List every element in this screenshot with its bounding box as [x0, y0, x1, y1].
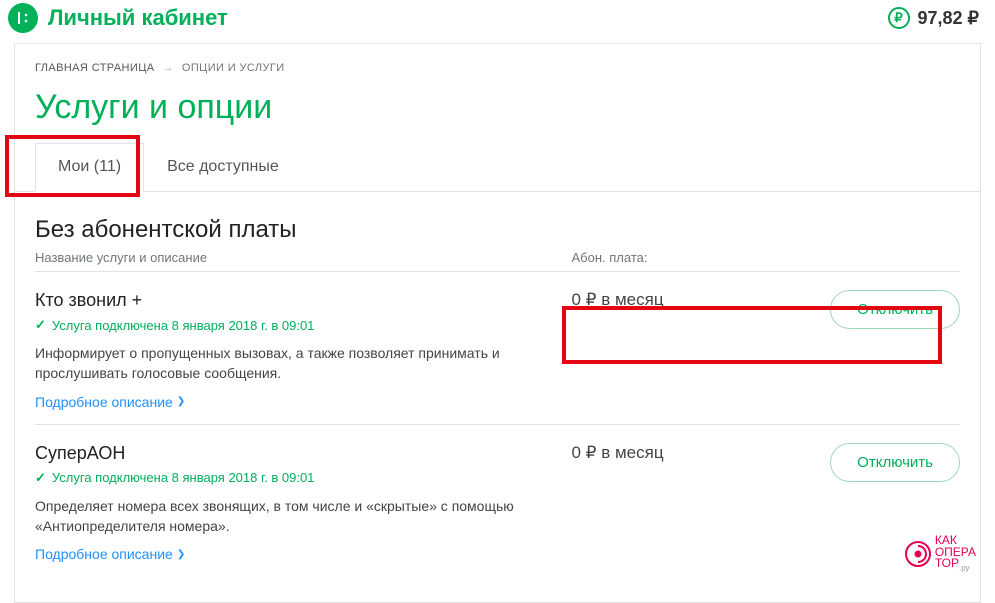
details-link-text: Подробное описание: [35, 546, 173, 562]
service-price: 0 ₽ в месяц: [572, 290, 776, 310]
section-title: Без абонентской платы: [35, 216, 960, 244]
service-info: Кто звонил + ✓ Услуга подключена 8 январ…: [35, 290, 572, 410]
disable-button[interactable]: Отключить: [830, 290, 960, 329]
disable-button[interactable]: Отключить: [830, 443, 960, 482]
service-row: Кто звонил + ✓ Услуга подключена 8 январ…: [35, 271, 960, 424]
details-link-text: Подробное описание: [35, 394, 173, 410]
ruble-icon: ₽: [888, 7, 910, 29]
col-fee-label: Абон. плата:: [572, 250, 776, 265]
chevron-right-icon: ❯: [177, 396, 185, 407]
service-action: Отключить: [775, 290, 960, 329]
check-icon: ✓: [35, 317, 46, 333]
tab-mine[interactable]: Мои (11): [35, 143, 144, 192]
tab-mine-label: Мои (11): [58, 158, 121, 175]
tabs: Мои (11) Все доступные: [15, 143, 980, 192]
details-link[interactable]: Подробное описание ❯: [35, 546, 185, 562]
tab-available[interactable]: Все доступные: [144, 143, 302, 191]
service-name: Кто звонил +: [35, 290, 552, 311]
balance[interactable]: ₽ 97,82 ₽: [888, 7, 980, 29]
service-name: СуперАОН: [35, 443, 552, 464]
chevron-right-icon: ❯: [177, 549, 185, 560]
watermark-icon: [903, 539, 933, 569]
service-action: Отключить: [775, 443, 960, 482]
breadcrumb: ГЛАВНАЯ СТРАНИЦА → ОПЦИИ И УСЛУГИ: [15, 62, 980, 74]
service-price: 0 ₽ в месяц: [572, 443, 776, 463]
service-status: ✓ Услуга подключена 8 января 2018 г. в 0…: [35, 317, 552, 333]
content: Без абонентской платы Название услуги и …: [15, 192, 980, 596]
tab-available-label: Все доступные: [167, 158, 279, 175]
page-title: Услуги и опции: [35, 88, 960, 127]
service-status-text: Услуга подключена 8 января 2018 г. в 09:…: [52, 470, 315, 485]
brand[interactable]: Личный кабинет: [8, 3, 228, 33]
balance-value: 97,82 ₽: [918, 8, 980, 29]
top-bar: Личный кабинет ₽ 97,82 ₽: [0, 0, 995, 43]
service-info: СуперАОН ✓ Услуга подключена 8 января 20…: [35, 443, 572, 563]
watermark-text: КАК ОПЕРА ТОР.ру: [935, 535, 976, 572]
breadcrumb-current: ОПЦИИ И УСЛУГИ: [182, 62, 285, 74]
check-icon: ✓: [35, 470, 46, 486]
brand-title: Личный кабинет: [48, 5, 228, 31]
logo-icon: [8, 3, 38, 33]
watermark: КАК ОПЕРА ТОР.ру: [903, 535, 976, 572]
breadcrumb-home[interactable]: ГЛАВНАЯ СТРАНИЦА: [35, 62, 154, 74]
service-status: ✓ Услуга подключена 8 января 2018 г. в 0…: [35, 470, 552, 486]
service-status-text: Услуга подключена 8 января 2018 г. в 09:…: [52, 318, 315, 333]
service-desc: Информирует о пропущенных вызовах, а так…: [35, 343, 552, 384]
col-name-label: Название услуги и описание: [35, 250, 572, 265]
breadcrumb-arrow-icon: →: [162, 62, 173, 74]
details-link[interactable]: Подробное описание ❯: [35, 394, 185, 410]
service-row: СуперАОН ✓ Услуга подключена 8 января 20…: [35, 424, 960, 577]
page: ГЛАВНАЯ СТРАНИЦА → ОПЦИИ И УСЛУГИ Услуги…: [14, 43, 981, 603]
service-desc: Определяет номера всех звонящих, в том ч…: [35, 496, 552, 537]
column-labels: Название услуги и описание Абон. плата:: [35, 250, 960, 265]
